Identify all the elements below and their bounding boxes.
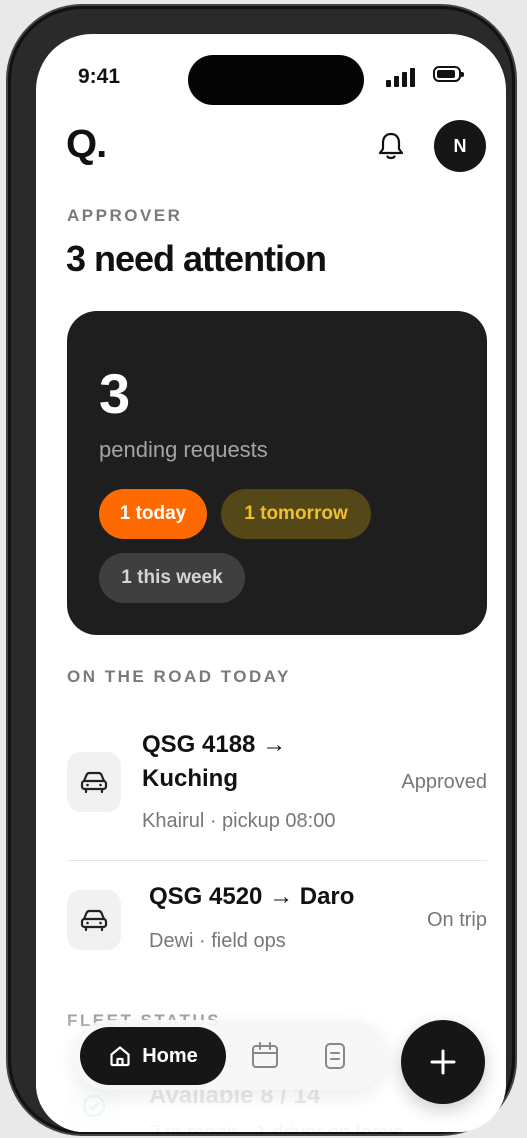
chip-today[interactable]: 1 today xyxy=(99,489,207,539)
status-badge: Approved xyxy=(401,771,487,793)
fleet-meta: 2 in repair · 1 driver on leave xyxy=(149,1122,404,1132)
battery-icon xyxy=(433,66,464,82)
add-request-button[interactable] xyxy=(401,1020,485,1104)
plus-icon xyxy=(430,1049,456,1075)
bottom-nav: Home xyxy=(74,1020,386,1090)
section-title-on-the-road: ON THE ROAD TODAY xyxy=(67,667,291,686)
chip-this-week[interactable]: 1 this week xyxy=(99,553,245,603)
nav-home-label: Home xyxy=(142,1044,198,1067)
app-logo: Q. xyxy=(66,122,107,166)
car-icon xyxy=(67,890,121,950)
trip-title-line1: QSG 4188 → xyxy=(142,731,287,758)
signal-icon xyxy=(386,67,415,87)
document-icon[interactable] xyxy=(320,1041,350,1071)
car-icon xyxy=(67,752,121,812)
list-item[interactable]: QSG 4520 → Daro Dewi · field ops On trip xyxy=(67,880,487,960)
trip-meta: Dewi · field ops xyxy=(149,930,286,952)
status-time: 9:41 xyxy=(78,65,121,88)
notifications-bell-icon[interactable] xyxy=(376,130,406,162)
calendar-icon[interactable] xyxy=(250,1041,280,1071)
avatar[interactable]: N xyxy=(434,120,486,172)
dynamic-island xyxy=(188,55,364,105)
home-icon xyxy=(110,1046,130,1067)
list-item[interactable]: QSG 4188 → Kuching Khairul · pickup 08:0… xyxy=(67,724,487,834)
trip-title-line2: Kuching xyxy=(142,765,238,792)
app-screen: 9:41 Q. N APPROVER 3 need attention 3 pe… xyxy=(36,34,506,1132)
phone-frame: 9:41 Q. N APPROVER 3 need attention 3 pe… xyxy=(8,6,515,1134)
role-label: APPROVER xyxy=(67,206,183,225)
trip-meta: Khairul · pickup 08:00 xyxy=(142,810,336,832)
pending-summary-card[interactable]: 3 pending requests 1 today 1 tomorrow 1 … xyxy=(67,311,487,635)
chip-tomorrow[interactable]: 1 tomorrow xyxy=(221,489,371,539)
pending-label: pending requests xyxy=(99,437,268,462)
nav-home-button[interactable]: Home xyxy=(80,1027,226,1085)
status-badge: On trip xyxy=(426,909,487,931)
pending-count: 3 xyxy=(99,362,131,425)
page-title: 3 need attention xyxy=(66,238,327,279)
divider xyxy=(67,860,487,861)
trip-title: QSG 4520 → Daro xyxy=(149,883,355,910)
